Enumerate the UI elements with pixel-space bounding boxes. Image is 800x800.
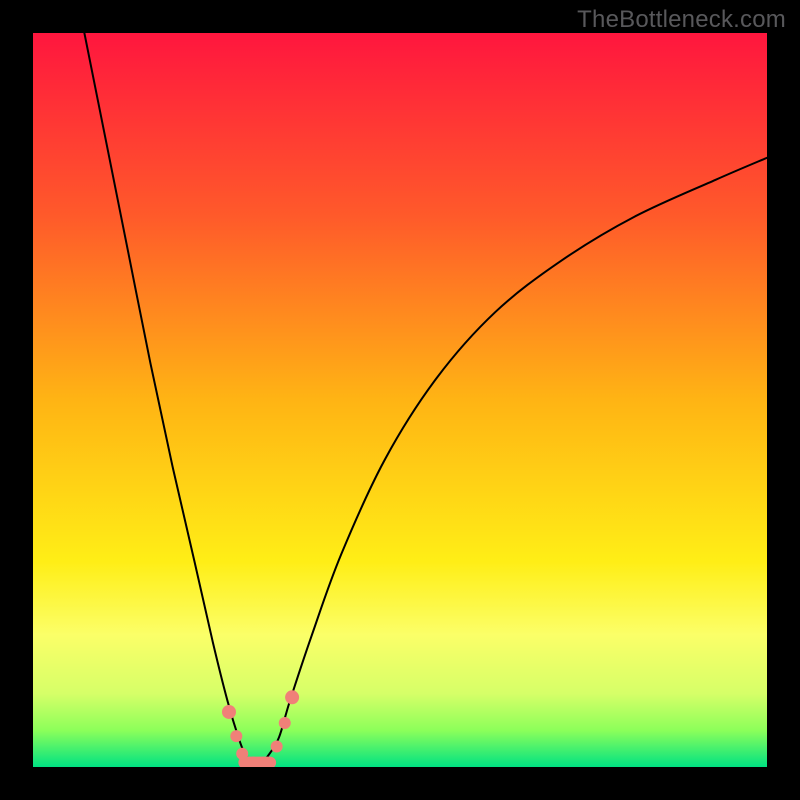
marker-dot bbox=[279, 717, 291, 729]
watermark-text: TheBottleneck.com bbox=[577, 6, 786, 34]
chart-frame: TheBottleneck.com bbox=[0, 0, 800, 800]
marker-dot bbox=[222, 705, 236, 719]
marker-dot bbox=[236, 748, 248, 760]
chart-svg bbox=[33, 33, 767, 767]
marker-dot bbox=[230, 730, 242, 742]
marker-dot bbox=[271, 740, 283, 752]
plot-area bbox=[33, 33, 767, 767]
marker-dot bbox=[285, 690, 299, 704]
